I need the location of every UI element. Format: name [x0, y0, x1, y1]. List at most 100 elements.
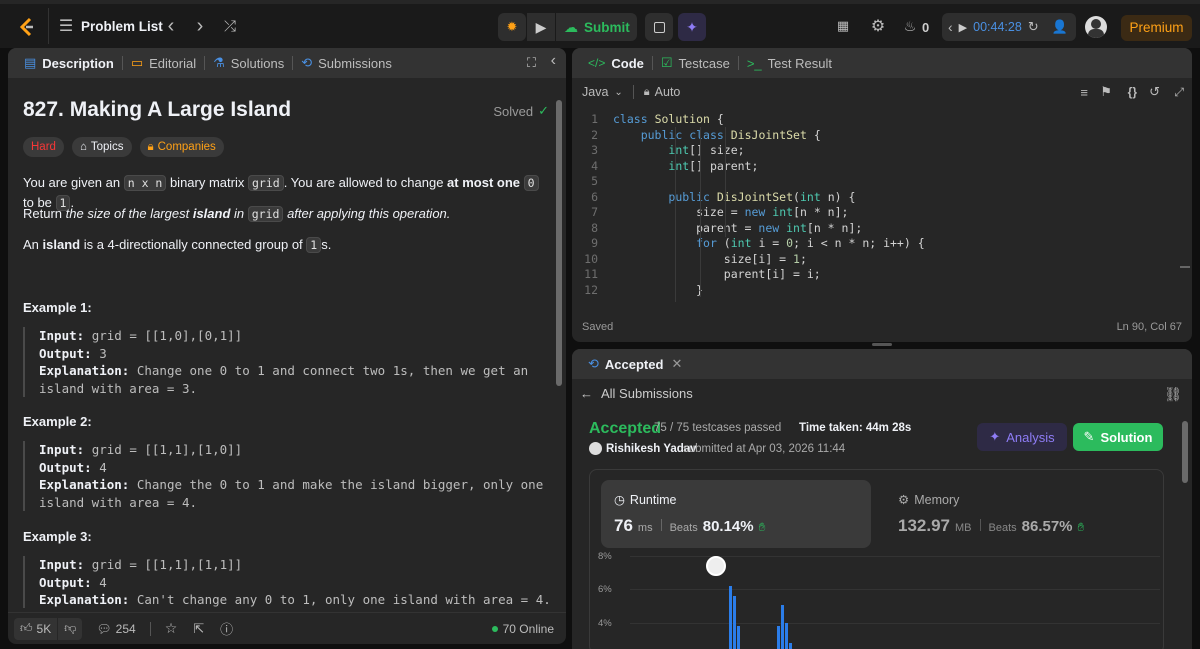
line-number: 11 — [584, 267, 598, 281]
runtime-chart[interactable]: 8% 6% 4% — [590, 548, 1165, 649]
run-button[interactable]: ▶ — [527, 13, 555, 41]
problem-list-link[interactable]: Problem List — [81, 19, 163, 34]
code-icon: </> — [588, 56, 606, 70]
link-icon[interactable]: ⛓ — [1164, 386, 1182, 403]
back-to-submissions[interactable]: ← All Submissions — [580, 386, 693, 401]
panel-resize-handle[interactable] — [872, 343, 892, 346]
code-line[interactable]: 5 — [572, 174, 1172, 190]
code-line[interactable]: 12 } — [572, 283, 1172, 299]
code-line[interactable]: 4 int[] parent; — [572, 159, 1172, 175]
runtime-bar[interactable] — [785, 623, 788, 649]
comments-button[interactable]: 💬︎ 254 — [96, 622, 135, 636]
problem-title[interactable]: 827. Making A Large Island — [23, 98, 291, 122]
reset-code-icon[interactable]: ↺ — [1149, 84, 1160, 100]
tab-solutions[interactable]: ⚗ Solutions — [207, 55, 290, 71]
time-taken: Time taken: 44m 28s — [799, 422, 912, 434]
testcases-passed: 75 / 75 testcases passed — [654, 422, 782, 434]
submit-button[interactable]: ☁ Submit — [556, 13, 637, 41]
sparkle-icon: ✦ — [686, 18, 698, 35]
list-icon[interactable]: ☰ — [58, 18, 74, 35]
tab-accepted[interactable]: ⟲ Accepted ✕ — [582, 356, 688, 372]
code-line[interactable]: 2 public class DisJointSet { — [572, 128, 1172, 144]
line-number: 4 — [591, 158, 598, 173]
add-friend-icon[interactable]: 👤 — [1050, 18, 1070, 36]
solution-button[interactable]: ✎ Solution — [1073, 423, 1163, 451]
topics-chip[interactable]: ⌂ Topics — [71, 137, 132, 157]
language-select[interactable]: Java ⌄ — [582, 85, 623, 99]
braces-icon[interactable]: {} — [1128, 85, 1137, 99]
result-scrollbar[interactable] — [1182, 421, 1188, 483]
tab-description[interactable]: ▤ Description — [18, 55, 120, 71]
cloud-upload-icon: ☁ — [564, 18, 578, 35]
code-line[interactable]: 6 public DisJointSet(int n) { — [572, 190, 1172, 206]
layout-icon[interactable]: ▦ — [835, 18, 851, 34]
code-line[interactable]: 3 int[] size; — [572, 143, 1172, 159]
editor-scrollbar[interactable] — [1180, 266, 1190, 268]
code-line[interactable]: 11 parent[i] = i; — [572, 267, 1172, 283]
premium-button[interactable]: Premium — [1121, 15, 1192, 41]
code-line[interactable]: 9 for (int i = 0; i < n * n; i++) { — [572, 236, 1172, 252]
runtime-bar[interactable] — [733, 596, 736, 649]
streak-fire-icon[interactable]: ♨ — [902, 18, 918, 34]
analysis-button[interactable]: ✦ Analysis — [977, 423, 1067, 451]
online-count: 70 Online — [491, 622, 554, 636]
timer-play-icon[interactable]: ▶ — [959, 21, 967, 34]
code-editor[interactable]: 1 class Solution {2 public class DisJoint… — [572, 112, 1172, 302]
runtime-card[interactable]: ◷ Runtime 76 ms Beats 80.14% ✋︎ — [601, 480, 871, 548]
line-text: for (int i = 0; i < n * n; i++) { — [696, 236, 925, 250]
tab-submissions[interactable]: ⟲ Submissions — [295, 55, 398, 71]
code-line[interactable]: 1 class Solution { — [572, 112, 1172, 128]
dislike-button[interactable]: 👎︎ — [58, 617, 83, 640]
code-line[interactable]: 7 size = new int[n * n]; — [572, 205, 1172, 221]
example-title: Example 1: — [23, 300, 92, 315]
star-icon[interactable]: ☆ — [165, 620, 178, 637]
close-icon[interactable]: ✕ — [671, 356, 682, 372]
arrow-left-icon: ← — [580, 386, 593, 401]
user-position-avatar[interactable] — [706, 556, 726, 576]
collapse-icon[interactable]: ‹ — [551, 52, 556, 70]
shuffle-icon[interactable]: ⤮ — [220, 16, 240, 36]
chevron-left-icon[interactable]: ‹ — [948, 19, 953, 35]
prev-problem-icon[interactable]: ‹ — [162, 14, 180, 38]
memory-value: 132.97 — [898, 516, 950, 535]
runtime-beats: 80.14% — [702, 518, 754, 535]
runtime-bar[interactable] — [789, 643, 792, 649]
y-tick-label: 8% — [598, 551, 612, 562]
submitter-avatar[interactable] — [589, 442, 602, 455]
code-line[interactable]: 8 parent = new int[n * n]; — [572, 221, 1172, 237]
reset-icon[interactable]: ↻ — [1028, 19, 1039, 35]
runtime-bar[interactable] — [777, 626, 780, 649]
code-tab-bar: </> Code ☑ Testcase >_ Test Result — [572, 48, 1192, 78]
settings-gear-icon[interactable]: ⚙ — [869, 17, 887, 35]
format-icon[interactable]: ≡ — [1080, 85, 1088, 100]
memory-card[interactable]: ⚙ Memory 132.97 MB Beats 86.57% ✋︎ — [885, 480, 1155, 548]
clap-icon: ✋︎ — [1077, 520, 1085, 534]
like-button[interactable]: 👍︎ 5K — [14, 617, 58, 640]
runtime-bar[interactable] — [729, 586, 732, 649]
line-text: size[i] = 1; — [613, 251, 807, 266]
help-icon[interactable]: ⓘ — [220, 619, 233, 638]
maximize-icon[interactable]: ⛶ — [527, 55, 536, 71]
runtime-bar[interactable] — [781, 604, 784, 649]
code-line[interactable]: 10 size[i] = 1; — [572, 252, 1172, 268]
tab-testcase[interactable]: ☑ Testcase — [655, 55, 736, 71]
next-problem-icon[interactable]: › — [191, 14, 209, 38]
share-icon[interactable]: ⇱ — [193, 621, 204, 637]
runtime-bar[interactable] — [737, 626, 740, 649]
tab-code[interactable]: </> Code — [582, 56, 650, 71]
description-scrollbar[interactable] — [556, 100, 562, 386]
bookmark-icon[interactable]: ⚑ — [1100, 84, 1112, 100]
leetcode-logo-icon[interactable] — [16, 16, 38, 38]
notes-button[interactable] — [645, 13, 673, 41]
description-content: 827. Making A Large Island Solved ✓ Hard … — [23, 78, 551, 608]
companies-chip[interactable]: 🔒︎ Companies — [139, 137, 224, 157]
ai-assistant-button[interactable]: ✦ — [678, 13, 706, 41]
avatar[interactable] — [1085, 16, 1107, 38]
tab-editorial[interactable]: ▭ Editorial — [125, 55, 202, 71]
tab-test-result[interactable]: >_ Test Result — [741, 56, 838, 71]
auto-mode[interactable]: 🔒︎ Auto — [644, 85, 681, 99]
example-block: Input: grid = [[1,1],[1,1]] Output: 4 Ex… — [23, 556, 551, 608]
debug-button[interactable]: ✹ — [498, 13, 526, 41]
fullscreen-icon[interactable]: ⤢ — [1174, 85, 1184, 100]
example-3: Example 3: Input: grid = [[1,1],[1,1]] O… — [23, 529, 551, 608]
